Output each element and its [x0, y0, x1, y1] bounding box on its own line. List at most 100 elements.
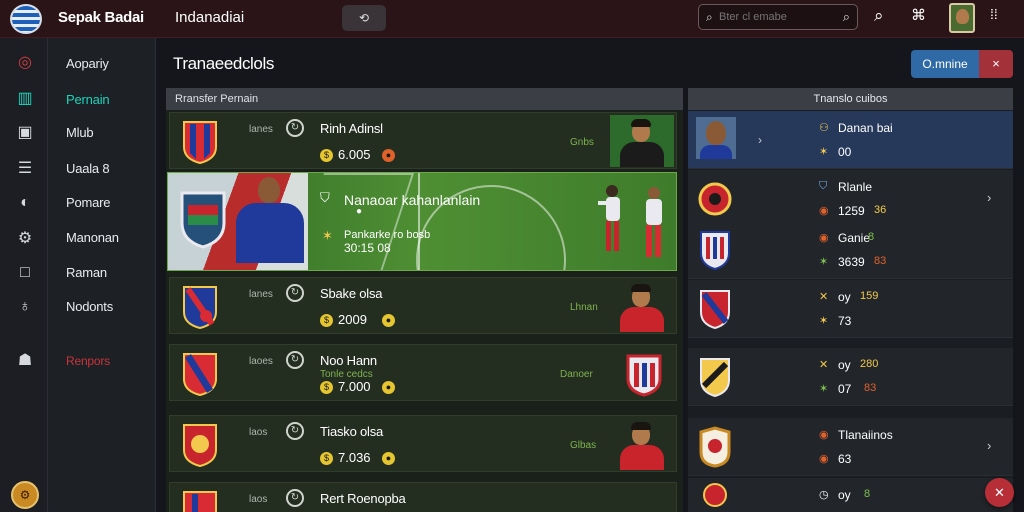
nav-item-active[interactable]: Pernain: [66, 92, 110, 107]
app-title: Sepak Badai: [58, 9, 144, 26]
club-row[interactable]: ◉ Ganie 8 ✶ 3639 83: [688, 221, 1013, 279]
club-row-line2: 1259: [838, 204, 865, 218]
transfer-value: 2009: [338, 312, 367, 327]
primary-button[interactable]: O.mnine: [911, 50, 979, 78]
refresh-icon[interactable]: ↻: [286, 119, 304, 137]
player-photo: [610, 418, 674, 470]
club-row-extra: 83: [874, 255, 887, 267]
player-name: Rert Roenopba: [320, 491, 406, 506]
player-name: Sbake olsa: [320, 286, 383, 301]
search-input[interactable]: [719, 8, 834, 26]
nav-item[interactable]: Raman: [66, 265, 107, 280]
row-tag: laos: [249, 427, 268, 438]
club-row[interactable]: ⛉ Rlanle ◉ 1259 36 ›: [688, 170, 1013, 228]
camera-icon[interactable]: ▣: [14, 122, 36, 144]
featured-transfer-card[interactable]: ⛉ Nanaoar kahanlanlain ● ✶ Pankarke ro b…: [167, 172, 677, 271]
coin-icon: $: [320, 452, 333, 465]
list-item[interactable]: lanes ↻ Rinh Adinsl $ 6.005 ● Gnbs: [169, 112, 677, 169]
icon-sidebar: ◎ ▥ ▣ ☰ ◐ ⚙ □ ♁ ☗ ⚙: [0, 38, 48, 512]
target-icon[interactable]: ◎: [14, 52, 36, 74]
club-row-line1: oy: [838, 488, 851, 502]
square-icon[interactable]: □: [14, 262, 36, 284]
dot-icon: ●: [356, 206, 363, 217]
row-meta: Danoer: [560, 369, 593, 380]
flame-icon: ◉: [819, 232, 829, 244]
club-row-extra: 83: [864, 382, 877, 394]
refresh-button[interactable]: ⟲: [342, 5, 386, 31]
club-crest-icon: [698, 182, 732, 216]
badge-icon: ●: [382, 381, 395, 394]
featured-value: 30:15 08: [344, 241, 391, 255]
transfer-value: 7.000: [338, 379, 371, 394]
club-row[interactable]: ◷ oy 8: [688, 478, 1013, 512]
refresh-icon[interactable]: ↻: [286, 284, 304, 302]
featured-title: Nanaoar kahanlanlain: [344, 192, 481, 208]
nav-item[interactable]: Nodonts: [66, 299, 113, 314]
club-row[interactable]: ✕ oy 280 ✶ 07 83: [688, 348, 1013, 406]
whistle-icon[interactable]: ♁: [14, 296, 36, 318]
qr-icon[interactable]: ⌘: [911, 6, 926, 24]
club-row[interactable]: ✕ oy 159 ✶ 73: [688, 280, 1013, 338]
flame-icon: ◉: [819, 453, 829, 465]
app-logo[interactable]: [10, 4, 42, 34]
club-row[interactable]: › ⚇ Danan bai ✶ 00: [688, 111, 1013, 169]
list-item[interactable]: lanes ↻ Sbake olsa $ 2009 ● Lhnan: [169, 277, 677, 334]
list-item[interactable]: laoes ↻ Noo Hann Tonle cedcs $ 7.000 ● D…: [169, 344, 677, 401]
search-submit-icon[interactable]: ⌕: [843, 9, 850, 25]
star-icon: ✶: [819, 146, 829, 158]
club-crest-icon: [183, 353, 217, 397]
building-icon[interactable]: ▥: [14, 88, 36, 110]
club-row-extra: 280: [860, 358, 879, 370]
badge-icon: ●: [382, 149, 395, 162]
nav-item[interactable]: Manonan: [66, 230, 119, 245]
compass-icon[interactable]: ◐: [14, 192, 36, 214]
club-row-line1: Tlanaiinos: [838, 428, 893, 442]
club-crest-icon: [183, 286, 217, 330]
club-row-line2: 63: [838, 452, 852, 466]
club-badge-icon[interactable]: ⚙: [11, 481, 39, 509]
star-icon: ✶: [819, 383, 829, 395]
player-name: Rinh Adinsl: [320, 121, 383, 136]
club-row-line2: 3639: [838, 255, 865, 269]
search-box[interactable]: ⌕ ⌕: [698, 4, 858, 30]
club-row-line1: Rlanle: [838, 180, 873, 194]
nav-item[interactable]: Uaala 8: [66, 161, 110, 176]
list-icon[interactable]: ☰: [14, 158, 36, 180]
chevron-right-icon: ›: [758, 133, 762, 147]
coin-icon: $: [320, 381, 333, 394]
nav-item[interactable]: Mlub: [66, 125, 94, 140]
club-row-line1: oy: [838, 358, 851, 372]
club-row-line1: oy: [838, 290, 851, 304]
nav-item-reports[interactable]: Renpors: [66, 354, 110, 368]
close-button[interactable]: ×: [979, 50, 1013, 78]
list-item[interactable]: laos ↻ Rert Roenopba: [169, 482, 677, 512]
refresh-icon[interactable]: ↻: [286, 489, 304, 507]
badge-icon: ●: [382, 452, 395, 465]
bell-icon[interactable]: ☗: [14, 350, 36, 372]
avatar[interactable]: [949, 3, 975, 33]
coin-icon: ⚇: [819, 122, 829, 134]
player-photo: [696, 117, 736, 159]
list-item[interactable]: laos ↻ Tiasko olsa $ 7.036 ● Glbas: [169, 415, 677, 472]
chevron-right-icon[interactable]: ›: [987, 190, 991, 205]
club-row[interactable]: ◉ Tlanaiinos ◉ 63 ›: [688, 418, 1013, 476]
club-row-line2: 07: [838, 382, 852, 396]
refresh-icon[interactable]: ↻: [286, 422, 304, 440]
player-figure: [646, 187, 662, 257]
search-icon[interactable]: ⌕: [874, 6, 884, 26]
player-photo: [610, 280, 674, 332]
gear-icon[interactable]: ⚙: [14, 228, 36, 250]
refresh-icon[interactable]: ↻: [286, 351, 304, 369]
coin-icon: $: [320, 314, 333, 327]
row-meta: Lhnan: [570, 302, 598, 313]
nav-item[interactable]: Pomare: [66, 195, 111, 210]
coin-icon: $: [320, 149, 333, 162]
chevron-right-icon[interactable]: ›: [987, 438, 991, 453]
star-icon: ✶: [322, 228, 333, 243]
grid-icon[interactable]: ⁞⁞: [990, 6, 998, 22]
club-row-extra: 36: [874, 204, 887, 216]
close-fab-button[interactable]: ✕: [985, 478, 1014, 507]
nav-item[interactable]: Aopariy: [66, 56, 109, 71]
club-row-line2: 00: [838, 145, 852, 159]
page-title: Tranaeedclols: [173, 54, 274, 73]
